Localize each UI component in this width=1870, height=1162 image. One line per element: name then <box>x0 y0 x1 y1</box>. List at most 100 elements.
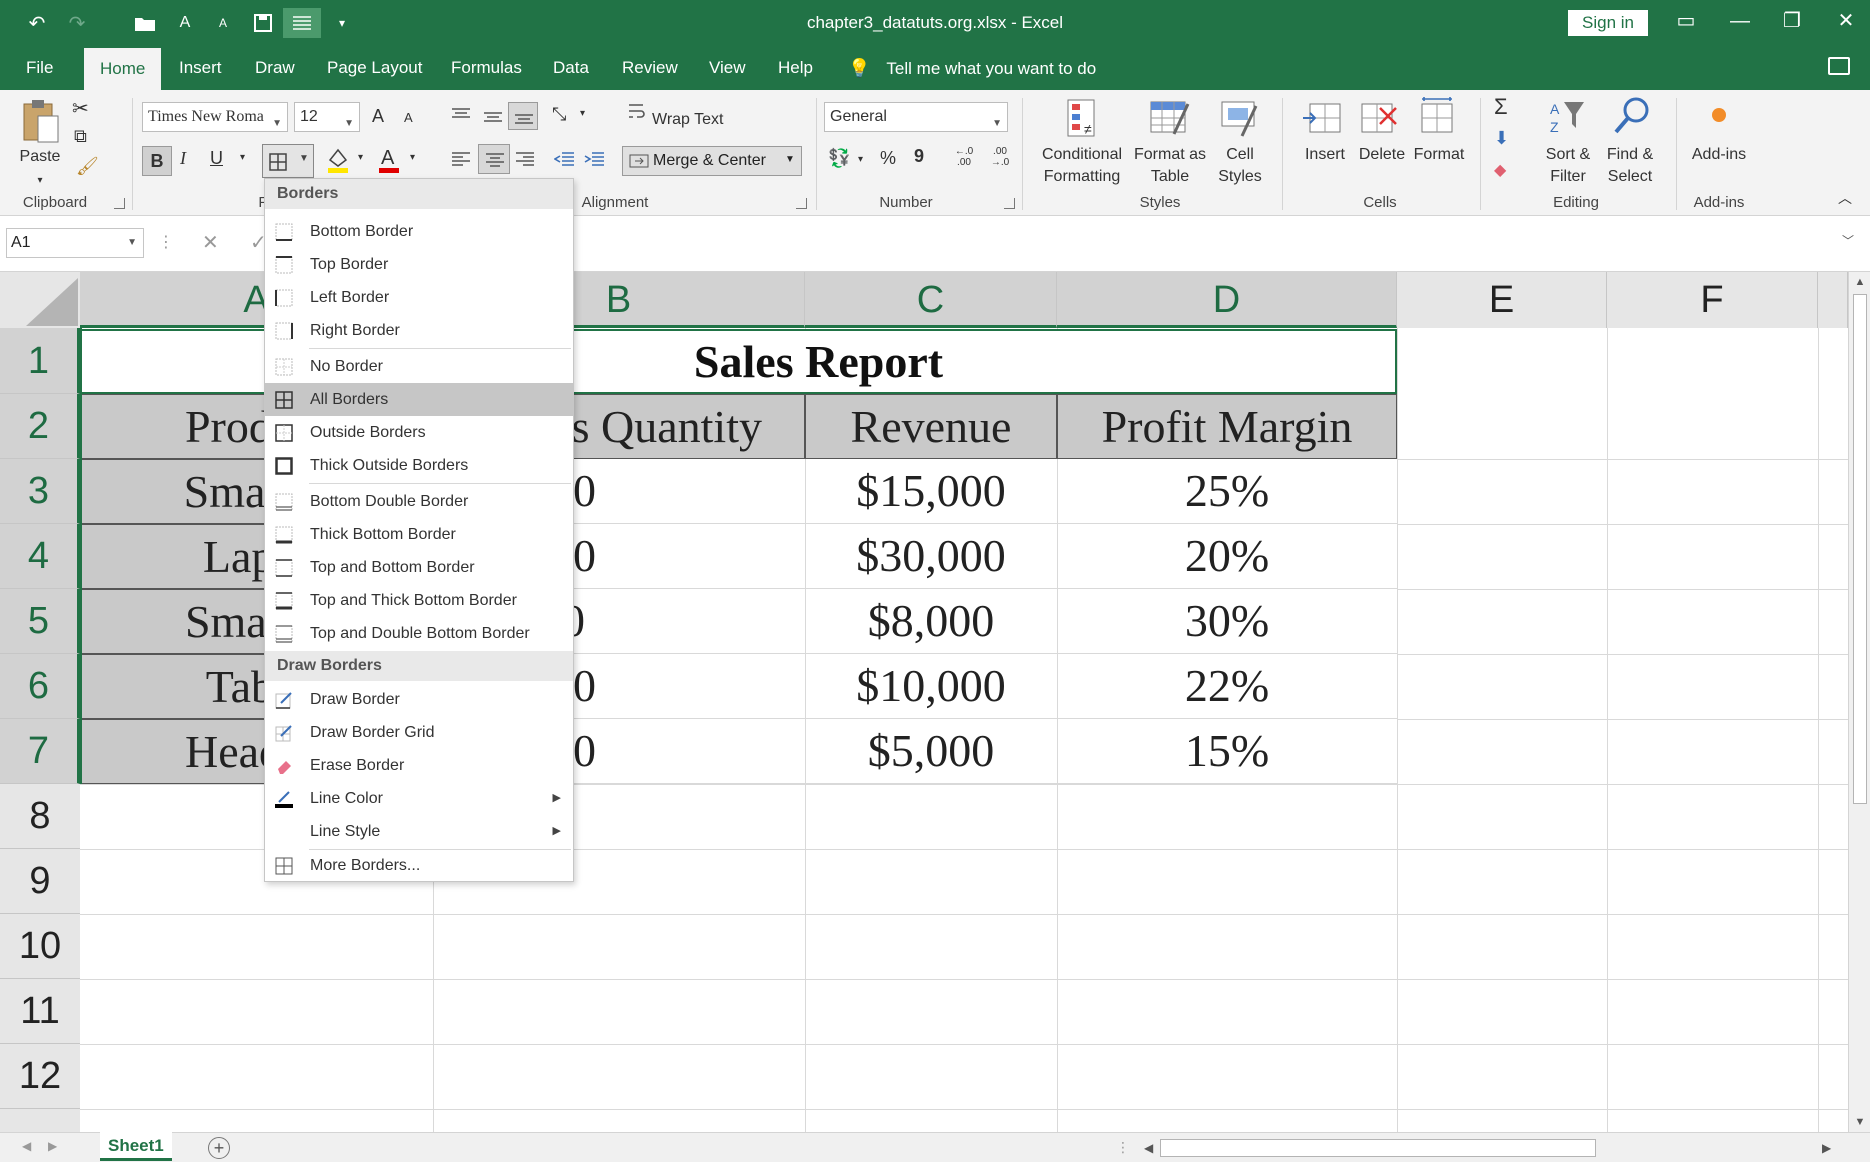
paste-icon[interactable] <box>20 98 60 151</box>
profit-margin-cell[interactable]: 20% <box>1057 524 1397 589</box>
format-painter-icon[interactable]: 🖌 <box>76 156 99 177</box>
underline-button[interactable]: U <box>210 148 223 169</box>
horizontal-scroll-thumb[interactable] <box>1160 1139 1596 1157</box>
tab-draw[interactable]: Draw <box>255 46 295 90</box>
column-header-c[interactable]: C <box>805 272 1057 328</box>
format-as-table-label-2[interactable]: Table <box>1130 166 1210 187</box>
bottom-align-icon[interactable] <box>508 102 538 130</box>
scroll-right-icon[interactable]: ▶ <box>1822 1141 1831 1155</box>
conditional-formatting-label-1[interactable]: Conditional <box>1032 144 1132 165</box>
underline-dropdown-icon[interactable]: ▾ <box>240 152 245 163</box>
add-ins-icon[interactable] <box>1710 106 1728 129</box>
scroll-left-icon[interactable]: ◀ <box>1144 1141 1153 1155</box>
top-align-icon[interactable] <box>452 108 470 127</box>
sign-in-button[interactable]: Sign in <box>1568 10 1648 36</box>
percent-style-button[interactable]: % <box>880 148 896 169</box>
menu-item-top-double-bottom-border[interactable]: Top and Double Bottom Border <box>265 617 573 650</box>
italic-button[interactable]: I <box>180 148 186 169</box>
row-header-9[interactable]: 9 <box>0 849 80 914</box>
row-header-4[interactable]: 4 <box>0 524 80 589</box>
grow-font-icon[interactable]: A <box>372 106 384 127</box>
font-color-dropdown-icon[interactable]: ▾ <box>410 152 415 163</box>
fill-color-dropdown-icon[interactable]: ▾ <box>358 152 363 163</box>
clear-icon[interactable]: ◆ <box>1494 160 1506 180</box>
expand-formula-bar-icon[interactable]: ﹀ <box>1842 232 1854 249</box>
revenue-cell[interactable]: $10,000 <box>805 654 1057 719</box>
tab-review[interactable]: Review <box>622 46 678 90</box>
format-as-table-icon[interactable] <box>1150 98 1192 143</box>
clipboard-launcher-icon[interactable] <box>114 198 125 209</box>
sort-filter-label-1[interactable]: Sort & <box>1540 144 1596 165</box>
wrap-text-icon[interactable] <box>628 102 646 125</box>
close-icon[interactable]: ✕ <box>1826 6 1866 36</box>
next-sheet-icon[interactable]: ▶ <box>48 1139 57 1153</box>
tab-file[interactable]: File <box>26 46 53 90</box>
tab-help[interactable]: Help <box>778 46 813 90</box>
autosum-icon[interactable]: Σ <box>1494 94 1508 120</box>
font-name-box[interactable]: Times New Roma ▼ <box>142 102 288 132</box>
row-header-8[interactable]: 8 <box>0 784 80 849</box>
comments-icon[interactable] <box>1828 57 1850 75</box>
sort-filter-icon[interactable]: AZ <box>1548 98 1588 143</box>
row-header-5[interactable]: 5 <box>0 589 80 654</box>
ribbon-display-icon[interactable]: ▭ <box>1666 6 1706 36</box>
delete-cells-icon[interactable] <box>1360 100 1400 141</box>
menu-item-line-color[interactable]: Line Color ▶ <box>265 782 573 815</box>
paste-dropdown-icon[interactable]: ▾ <box>30 170 50 191</box>
revenue-cell[interactable]: $30,000 <box>805 524 1057 589</box>
shrink-font-icon[interactable]: A <box>404 110 413 125</box>
vertical-scroll-thumb[interactable] <box>1853 294 1867 804</box>
menu-item-draw-border-grid[interactable]: Draw Border Grid <box>265 716 573 749</box>
format-as-table-label-1[interactable]: Format as <box>1130 144 1210 165</box>
menu-item-right-border[interactable]: Right Border <box>265 314 573 347</box>
menu-item-bottom-double-border[interactable]: Bottom Double Border <box>265 485 573 518</box>
bold-button[interactable]: B <box>142 146 172 176</box>
menu-item-outside-borders[interactable]: Outside Borders <box>265 416 573 449</box>
orientation-icon[interactable]: ⤡ <box>552 104 566 125</box>
menu-item-all-borders[interactable]: All Borders <box>265 383 573 416</box>
decrease-decimal-button[interactable]: .00 →.0 <box>984 146 1016 168</box>
tab-insert[interactable]: Insert <box>179 46 222 90</box>
row-header-7[interactable]: 7 <box>0 719 80 784</box>
menu-item-top-thick-bottom-border[interactable]: Top and Thick Bottom Border <box>265 584 573 617</box>
cell-styles-label-2[interactable]: Styles <box>1214 166 1266 187</box>
number-launcher-icon[interactable] <box>1004 198 1015 209</box>
sheet-tab-sheet1[interactable]: Sheet1 <box>100 1132 172 1161</box>
tab-home[interactable]: Home <box>84 48 162 90</box>
profit-margin-cell[interactable]: 25% <box>1057 459 1397 524</box>
horizontal-scrollbar[interactable]: ◀ ▶ <box>1138 1138 1838 1158</box>
scroll-down-icon[interactable]: ▼ <box>1849 1116 1870 1128</box>
increase-decimal-button[interactable]: ←.0 .00 <box>948 146 980 168</box>
menu-item-top-bottom-border[interactable]: Top and Bottom Border <box>265 551 573 584</box>
cancel-entry-icon[interactable]: ✕ <box>202 230 219 255</box>
column-header-e[interactable]: E <box>1397 272 1607 328</box>
row-header-3[interactable]: 3 <box>0 459 80 524</box>
menu-item-thick-outside-borders[interactable]: Thick Outside Borders <box>265 449 573 482</box>
vertical-scrollbar[interactable]: ▲ ▼ <box>1848 272 1870 1134</box>
conditional-formatting-label-2[interactable]: Formatting <box>1032 166 1132 187</box>
cut-icon[interactable]: ✂ <box>72 96 89 121</box>
column-header-f[interactable]: F <box>1607 272 1818 328</box>
format-cells-icon[interactable] <box>1418 96 1458 141</box>
tab-view[interactable]: View <box>709 46 746 90</box>
menu-item-bottom-border[interactable]: Bottom Border <box>265 215 573 248</box>
prev-sheet-icon[interactable]: ◀ <box>22 1139 31 1153</box>
menu-item-top-border[interactable]: Top Border <box>265 248 573 281</box>
column-header-g[interactable] <box>1818 272 1848 328</box>
fill-color-icon[interactable] <box>326 146 350 179</box>
align-left-icon[interactable] <box>452 152 470 171</box>
wrap-text-label[interactable]: Wrap Text <box>652 109 723 130</box>
menu-item-draw-border[interactable]: Draw Border <box>265 683 573 716</box>
menu-item-more-borders[interactable]: More Borders... <box>265 849 573 882</box>
menu-item-thick-bottom-border[interactable]: Thick Bottom Border <box>265 518 573 551</box>
insert-cells-icon[interactable] <box>1302 100 1342 141</box>
row-header-1[interactable]: 1 <box>0 328 80 394</box>
cell-styles-label-1[interactable]: Cell <box>1214 144 1266 165</box>
orientation-dropdown-icon[interactable]: ▾ <box>580 108 585 119</box>
tell-me-search[interactable]: 💡 Tell me what you want to do <box>848 46 1096 90</box>
row-header-12[interactable]: 12 <box>0 1044 80 1109</box>
profit-margin-cell[interactable]: 30% <box>1057 589 1397 654</box>
number-format-box[interactable]: General ▼ <box>824 102 1008 132</box>
header-cell-revenue[interactable]: Revenue <box>805 394 1057 459</box>
delete-cells-label[interactable]: Delete <box>1354 144 1410 165</box>
